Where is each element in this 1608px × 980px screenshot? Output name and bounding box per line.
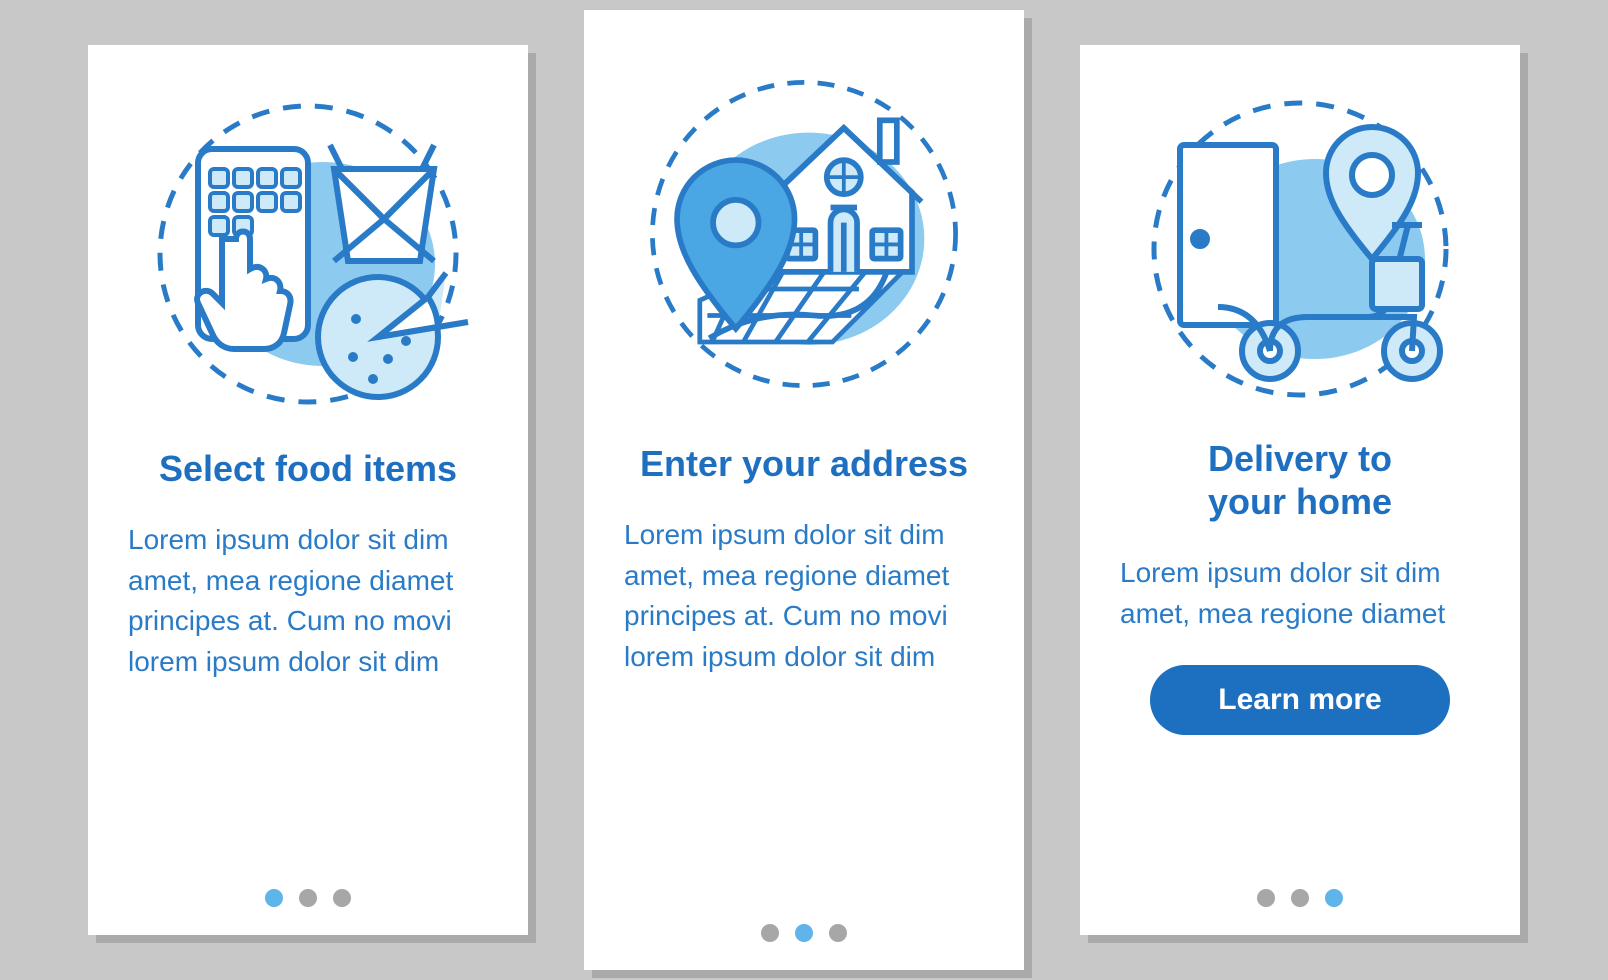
page-dot-3[interactable] [829,924,847,942]
door-icon [1180,145,1276,325]
onboarding-card-enter-address: Enter your address Lorem ipsum dolor sit… [584,10,1024,970]
pizza-icon [318,273,468,397]
page-dot-3[interactable] [1325,889,1343,907]
card-description: Lorem ipsum dolor sit dim amet, mea regi… [624,515,984,677]
page-dot-2[interactable] [299,889,317,907]
onboarding-card-delivery-home: Delivery to your home Lorem ipsum dolor … [1080,45,1520,935]
page-dot-3[interactable] [333,889,351,907]
takeout-box-icon [330,145,434,261]
card-title: Delivery to your home [1208,437,1392,523]
page-dot-2[interactable] [1291,889,1309,907]
page-indicator [584,924,1024,942]
select-food-illustration [128,89,488,419]
onboarding-card-select-food: Select food items Lorem ipsum dolor sit … [88,45,528,935]
page-indicator [88,889,528,907]
card-description: Lorem ipsum dolor sit dim amet, mea regi… [1120,553,1480,634]
card-title: Enter your address [640,442,968,485]
card-description: Lorem ipsum dolor sit dim amet, mea regi… [128,520,488,682]
learn-more-button[interactable]: Learn more [1150,665,1450,735]
page-dot-1[interactable] [1257,889,1275,907]
page-dot-1[interactable] [265,889,283,907]
page-dot-2[interactable] [795,924,813,942]
page-indicator [1080,889,1520,907]
page-dot-1[interactable] [761,924,779,942]
card-title: Select food items [159,447,457,490]
enter-address-illustration [624,54,984,414]
delivery-home-illustration [1120,89,1480,409]
